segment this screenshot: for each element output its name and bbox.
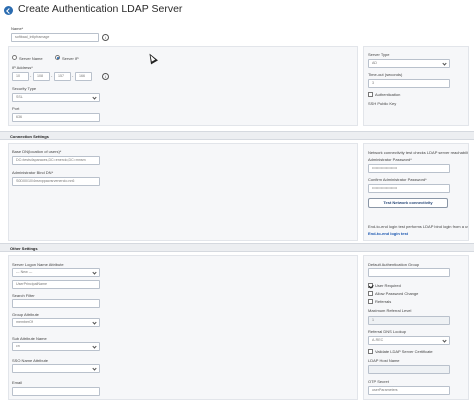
authentication-label: Authentication: [375, 92, 401, 97]
security-type-select[interactable]: SSL: [12, 93, 100, 102]
admin-bind-input[interactable]: S0D00\10\4nsrxppacrsrvenercio.nn6: [12, 177, 100, 186]
referrals-label: Referrals: [375, 299, 392, 304]
ssh-key-label: SSH Public Key: [368, 101, 397, 106]
server-ip-option: Server IP: [62, 56, 79, 61]
max-referral-label: Maximum Referral Level: [368, 308, 412, 313]
max-referral-input[interactable]: 1: [368, 316, 450, 325]
user-required-checkbox[interactable]: [368, 283, 373, 288]
sub-attr-select[interactable]: cn: [12, 342, 100, 351]
ip-octet-2[interactable]: 108: [33, 72, 50, 81]
connection-settings-title: Connection Settings: [10, 134, 49, 139]
server-ip-radio[interactable]: [55, 55, 60, 60]
other-settings-header: Other Settings: [0, 243, 474, 252]
back-arrow-icon[interactable]: [4, 6, 13, 15]
ip-octet-4[interactable]: 166: [75, 72, 92, 81]
logon-attr-label: Server Logon Name Attribute: [12, 262, 64, 267]
ip-octet-1[interactable]: 10: [12, 72, 29, 81]
email-input[interactable]: [12, 387, 100, 396]
ip-octet-3[interactable]: 157: [54, 72, 71, 81]
server-type-select[interactable]: AD: [368, 59, 450, 68]
test-connectivity-button[interactable]: Test Network connectivity: [368, 198, 448, 208]
connection-settings-header: Connection Settings: [0, 131, 474, 140]
name-input[interactable]: softbaal_intlpframage: [11, 33, 99, 42]
ip-address-label: IP Address*: [12, 65, 33, 70]
timeout-label: Time-out (seconds): [368, 72, 403, 77]
page-title: Create Authentication LDAP Server: [18, 3, 183, 15]
timeout-input[interactable]: 3: [368, 79, 450, 88]
network-test-note: Network connectivity test checks LDAP se…: [368, 150, 468, 155]
end-to-end-login-link[interactable]: End-to-end login test: [368, 231, 408, 236]
search-filter-label: Search Filter: [12, 293, 35, 298]
admin-bind-label: Administrator Bind DN*: [12, 170, 54, 175]
search-filter-input[interactable]: [12, 299, 100, 308]
ip-dot: .: [51, 73, 53, 79]
ip-dot: .: [30, 73, 32, 79]
info-icon[interactable]: i: [102, 73, 109, 80]
port-input[interactable]: 636: [12, 113, 100, 122]
email-label: Email: [12, 380, 23, 385]
user-required-label: User Required: [375, 283, 401, 288]
default-group-label: Default Authentication Group: [368, 262, 420, 267]
base-dn-input[interactable]: DC=tests4sparaces,DC=enercio,DC=mnsm: [12, 156, 100, 165]
confirm-password-label: Confirm Administrator Password*: [368, 177, 427, 182]
sub-attr-label: Sub Attribute Name: [12, 336, 47, 341]
server-type-label: Server Type: [368, 52, 390, 57]
admin-password-label: Administrator Password*: [368, 157, 412, 162]
group-attr-label: Group Attribute: [12, 312, 39, 317]
otp-secret-label: OTP Secret: [368, 379, 389, 384]
authentication-checkbox[interactable]: [368, 92, 373, 97]
server-name-radio[interactable]: [12, 55, 17, 60]
info-icon[interactable]: i: [102, 34, 109, 41]
validate-cert-checkbox[interactable]: [368, 349, 373, 354]
default-group-input[interactable]: [368, 268, 450, 277]
security-type-label: Security Type: [12, 86, 37, 91]
referral-dns-label: Referral DNS Lookup: [368, 329, 407, 334]
port-label: Port: [12, 106, 20, 111]
sso-attr-label: SSO Name Attribute: [12, 358, 49, 363]
referrals-checkbox[interactable]: [368, 299, 373, 304]
ip-dot: .: [72, 73, 74, 79]
sso-attr-select[interactable]: [12, 364, 100, 373]
name-label: Name*: [11, 26, 24, 31]
group-attr-select[interactable]: memberOf: [12, 318, 100, 327]
allow-password-change-checkbox[interactable]: [368, 291, 373, 296]
logon-attr-select[interactable]: --- New ---: [12, 268, 100, 277]
admin-password-input[interactable]: ••••••••••••••••••••: [368, 164, 450, 173]
validate-cert-label: Validate LDAP Server Certificate: [375, 349, 433, 354]
referral-dns-select[interactable]: A-REC: [368, 336, 450, 345]
allow-password-change-label: Allow Password Change: [375, 291, 419, 296]
otp-secret-input[interactable]: userParameters: [368, 386, 450, 395]
ldap-host-label: LDAP Host Name: [368, 358, 400, 363]
logon-attr-input[interactable]: UserPrincipalName: [12, 280, 100, 289]
other-settings-title: Other Settings: [10, 246, 38, 251]
base-dn-label: Base DN(location of users)*: [12, 149, 62, 154]
ldap-host-input[interactable]: [368, 365, 450, 374]
confirm-password-input[interactable]: ••••••••••••••••••••: [368, 184, 450, 193]
server-name-option: Server Name: [19, 56, 43, 61]
end-to-end-note: End-to-end login test performs LDAP bind…: [368, 224, 468, 229]
